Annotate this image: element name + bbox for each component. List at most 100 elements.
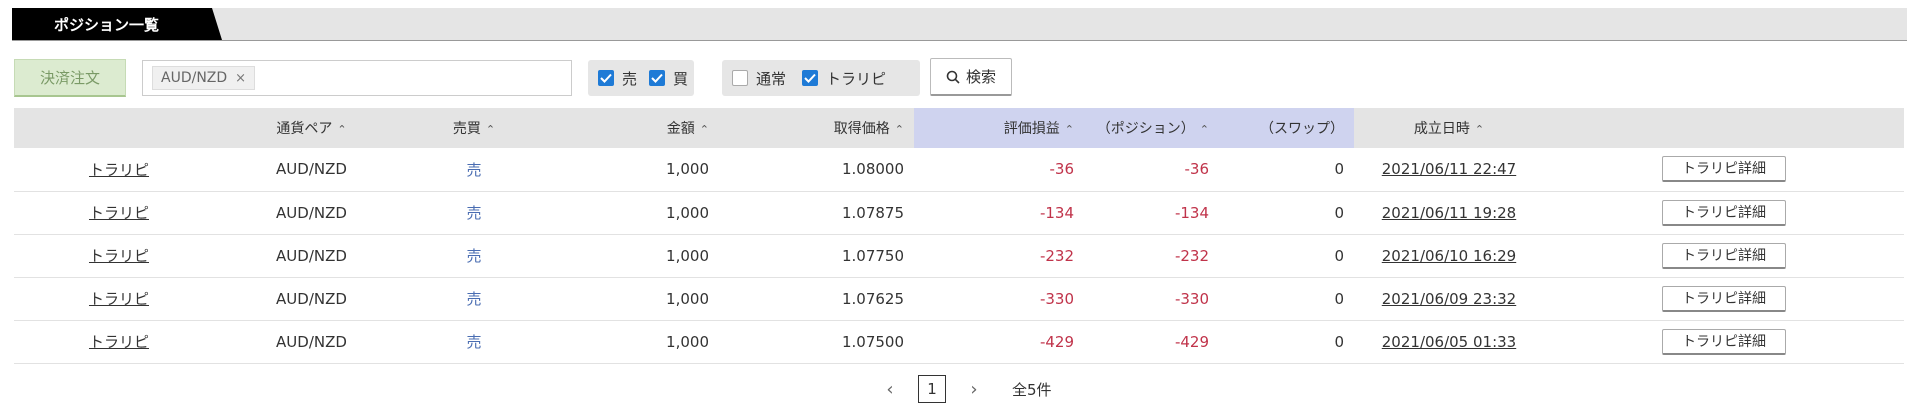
- side-filter-group: 売 買: [588, 60, 694, 96]
- date-link[interactable]: 2021/06/05 01:33: [1382, 333, 1516, 351]
- total-count: 全5件: [1012, 380, 1052, 399]
- header-pair[interactable]: 通貨ペア ⌃: [224, 108, 399, 148]
- kind-link[interactable]: トラリピ: [89, 204, 149, 222]
- sort-icon: ⌃: [337, 123, 347, 136]
- pair-cell: AUD/NZD: [276, 246, 347, 265]
- sell-checkbox[interactable]: 売: [598, 68, 637, 89]
- search-button-label: 検索: [965, 68, 996, 86]
- pagination: ‹ 1 › 全5件: [880, 374, 1052, 404]
- position-pl-cell: -330: [1174, 289, 1209, 308]
- side-cell: 売: [466, 290, 482, 308]
- date-link[interactable]: 2021/06/11 19:28: [1382, 204, 1516, 222]
- position-pl-cell: -36: [1184, 160, 1210, 179]
- pl-cell: -232: [1039, 246, 1074, 265]
- table-row: トラリピ AUD/NZD 売 1,000 1.07625 -330 -330 0…: [14, 277, 1904, 320]
- buy-checkbox[interactable]: 買: [649, 68, 688, 89]
- normal-checkbox[interactable]: 通常: [732, 68, 786, 89]
- positions-table: 通貨ペア ⌃ 売買 ⌃ 金額 ⌃ 取得価格 ⌃ 評価損益 ⌃ （ポジション） ⌃ （スワップ…: [14, 108, 1904, 364]
- checkbox-empty-icon: [732, 70, 748, 86]
- swap-cell: 0: [1334, 160, 1344, 179]
- trap-detail-button[interactable]: トラリピ詳細: [1662, 285, 1786, 312]
- table-row: トラリピ AUD/NZD 売 1,000 1.07750 -232 -232 0…: [14, 234, 1904, 277]
- filter-toolbar: 決済注文 AUD/NZD × 売 買 通常 トラリピ 検索: [14, 58, 1904, 98]
- kind-link[interactable]: トラリピ: [89, 333, 149, 351]
- side-cell: 売: [466, 333, 482, 351]
- table-row: トラリピ AUD/NZD 売 1,000 1.07500 -429 -429 0…: [14, 320, 1904, 363]
- pl-cell: -330: [1039, 289, 1074, 308]
- header-pl[interactable]: 評価損益 ⌃: [914, 108, 1084, 148]
- buy-checkbox-label: 買: [673, 69, 689, 88]
- header-position[interactable]: （ポジション） ⌃: [1084, 108, 1219, 148]
- check-icon: [598, 70, 614, 86]
- kind-link[interactable]: トラリピ: [89, 161, 149, 179]
- next-page-icon[interactable]: ›: [964, 379, 984, 400]
- header-side[interactable]: 売買 ⌃: [399, 108, 549, 148]
- price-cell: 1.07750: [841, 246, 904, 265]
- section-title-bar: ポジション一覧: [12, 8, 1907, 41]
- pair-cell: AUD/NZD: [276, 160, 347, 179]
- order-type-filter-group: 通常 トラリピ: [722, 60, 920, 96]
- kind-link[interactable]: トラリピ: [89, 247, 149, 265]
- price-cell: 1.07625: [841, 289, 904, 308]
- side-cell: 売: [466, 160, 482, 179]
- search-button[interactable]: 検索: [930, 58, 1012, 96]
- swap-cell: 0: [1334, 289, 1344, 308]
- sort-icon: ⌃: [699, 123, 709, 136]
- header-price[interactable]: 取得価格 ⌃: [719, 108, 914, 148]
- date-link[interactable]: 2021/06/10 16:29: [1382, 247, 1516, 265]
- current-page[interactable]: 1: [918, 375, 946, 403]
- sort-icon: ⌃: [894, 123, 904, 136]
- table-row: トラリピ AUD/NZD 売 1,000 1.07875 -134 -134 0…: [14, 191, 1904, 234]
- amount-cell: 1,000: [666, 203, 709, 222]
- date-link[interactable]: 2021/06/11 22:47: [1382, 160, 1516, 178]
- header-amount[interactable]: 金額 ⌃: [549, 108, 719, 148]
- position-pl-cell: -232: [1174, 246, 1209, 265]
- sell-checkbox-label: 売: [622, 69, 638, 88]
- kind-link[interactable]: トラリピ: [89, 290, 149, 308]
- position-pl-cell: -134: [1174, 203, 1209, 222]
- sort-icon: ⌃: [1199, 123, 1209, 136]
- pair-cell: AUD/NZD: [276, 332, 347, 351]
- header-date[interactable]: 成立日時 ⌃: [1354, 108, 1544, 148]
- page-title: ポジション一覧: [12, 8, 222, 40]
- trap-detail-button[interactable]: トラリピ詳細: [1662, 156, 1786, 183]
- pair-tag-label: AUD/NZD: [161, 70, 228, 86]
- trap-checkbox-label: トラリピ: [826, 69, 887, 88]
- side-cell: 売: [466, 247, 482, 265]
- pair-cell: AUD/NZD: [276, 289, 347, 308]
- sort-icon: ⌃: [1064, 123, 1074, 136]
- trap-detail-button[interactable]: トラリピ詳細: [1662, 199, 1786, 226]
- swap-cell: 0: [1334, 332, 1344, 351]
- pl-cell: -36: [1049, 160, 1075, 179]
- price-cell: 1.07875: [841, 203, 904, 222]
- pair-tag: AUD/NZD ×: [152, 66, 256, 90]
- sort-icon: ⌃: [485, 123, 496, 136]
- price-cell: 1.08000: [841, 160, 904, 179]
- check-icon: [802, 70, 819, 86]
- amount-cell: 1,000: [666, 289, 709, 308]
- date-link[interactable]: 2021/06/09 23:32: [1382, 290, 1516, 308]
- trap-detail-button[interactable]: トラリピ詳細: [1662, 328, 1786, 355]
- swap-cell: 0: [1334, 203, 1344, 222]
- header-kind: [14, 108, 224, 148]
- currency-pair-filter-input[interactable]: AUD/NZD ×: [142, 60, 572, 96]
- amount-cell: 1,000: [666, 332, 709, 351]
- amount-cell: 1,000: [666, 160, 709, 179]
- pl-cell: -429: [1039, 332, 1074, 351]
- check-icon: [649, 70, 666, 86]
- pair-cell: AUD/NZD: [276, 203, 347, 222]
- header-swap: （スワップ）: [1219, 108, 1354, 148]
- table-row: トラリピ AUD/NZD 売 1,000 1.08000 -36 -36 0 2…: [14, 148, 1904, 191]
- settle-order-button[interactable]: 決済注文: [14, 59, 126, 97]
- amount-cell: 1,000: [666, 246, 709, 265]
- side-cell: 売: [466, 204, 482, 222]
- table-header-row: 通貨ペア ⌃ 売買 ⌃ 金額 ⌃ 取得価格 ⌃ 評価損益 ⌃ （ポジション） ⌃ （スワップ…: [14, 108, 1904, 148]
- trap-checkbox[interactable]: トラリピ: [802, 68, 886, 89]
- header-action: [1544, 108, 1904, 148]
- price-cell: 1.07500: [841, 332, 904, 351]
- prev-page-icon[interactable]: ‹: [880, 379, 900, 400]
- tag-remove-icon[interactable]: ×: [235, 71, 246, 86]
- trap-detail-button[interactable]: トラリピ詳細: [1662, 242, 1786, 269]
- pl-cell: -134: [1039, 203, 1074, 222]
- sort-icon: ⌃: [1474, 123, 1485, 136]
